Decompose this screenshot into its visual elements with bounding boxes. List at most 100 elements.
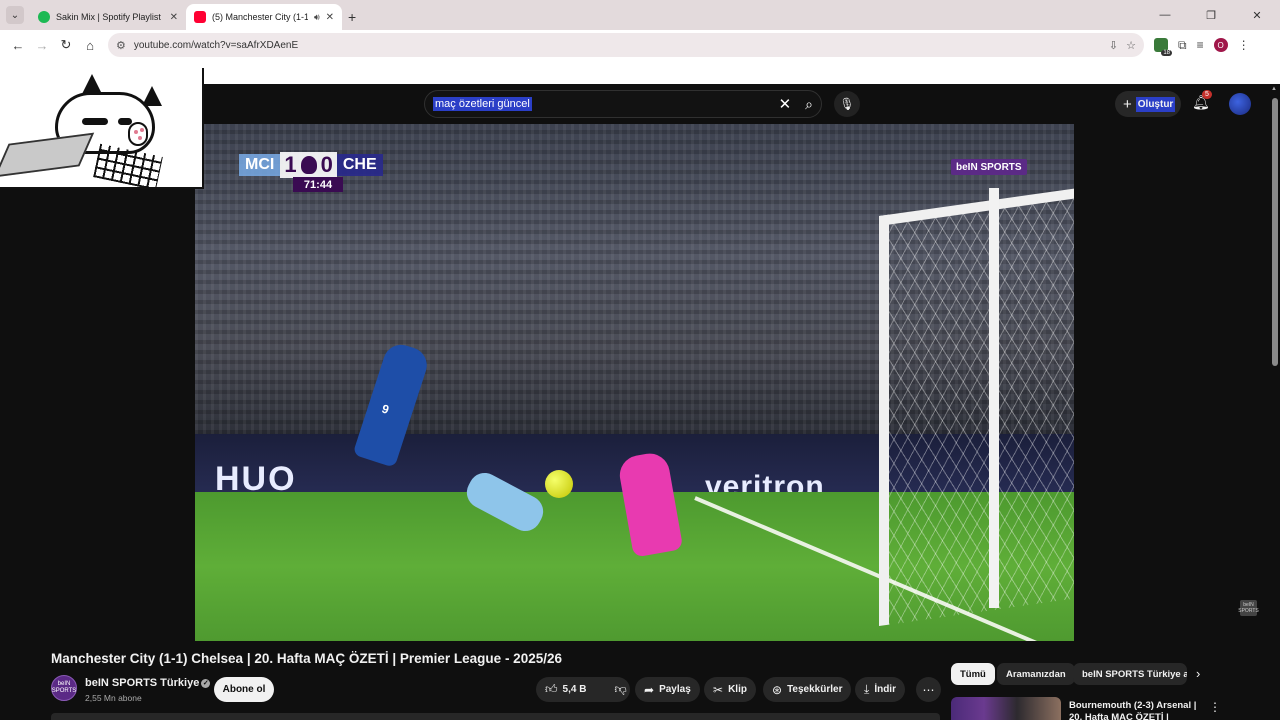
verified-check-icon: ✓ bbox=[201, 678, 211, 688]
video-title: Manchester City (1-1) Chelsea | 20. Haft… bbox=[51, 651, 562, 666]
scrollbar-thumb[interactable] bbox=[1272, 98, 1278, 366]
media-queue-icon[interactable]: ≡ bbox=[1197, 38, 1204, 52]
extensions-puzzle-icon[interactable]: ⧉ bbox=[1178, 38, 1187, 53]
bookmark-star-icon[interactable]: ☆ bbox=[1126, 39, 1136, 52]
tab-spotify[interactable]: Sakin Mix | Spotify Playlist ✕ bbox=[30, 4, 186, 30]
notifications-bell-icon[interactable]: 🔔︎ 5 bbox=[1192, 90, 1212, 111]
premier-league-lion-icon bbox=[300, 156, 317, 174]
subscribe-button[interactable]: Abone ol bbox=[214, 677, 274, 702]
tab-close-icon[interactable]: ✕ bbox=[326, 12, 334, 23]
forward-arrow-icon[interactable]: → bbox=[30, 33, 54, 57]
install-app-icon[interactable]: ⇩ bbox=[1109, 39, 1118, 52]
thumbs-up-icon: 👍︎ bbox=[545, 682, 558, 696]
extension-icon[interactable]: 18 bbox=[1154, 38, 1172, 56]
restore-icon[interactable]: ❐ bbox=[1188, 9, 1234, 22]
scissors-icon: ✂ bbox=[713, 682, 724, 697]
channel-watermark[interactable]: beIN SPORTS bbox=[1238, 600, 1259, 616]
share-label: Paylaş bbox=[659, 684, 691, 695]
recommended-thumbnail[interactable] bbox=[951, 697, 1061, 720]
away-team: CHE bbox=[336, 154, 383, 176]
download-button[interactable]: ⤓ İndir bbox=[855, 677, 905, 702]
like-dislike-group: 👍︎ 5,4 B 👎︎ bbox=[536, 677, 630, 702]
minimize-icon[interactable]: — bbox=[1142, 9, 1188, 21]
goal-post bbox=[989, 188, 999, 608]
tab-search-chevron-icon[interactable]: ⌄ bbox=[6, 6, 24, 24]
chip-all[interactable]: Tümü bbox=[951, 663, 995, 685]
paw-pad bbox=[140, 128, 144, 132]
browser-tabstrip: ⌄ Sakin Mix | Spotify Playlist ✕ (5) Man… bbox=[0, 0, 1280, 30]
plus-icon: + bbox=[1123, 95, 1132, 113]
home-score: 1 bbox=[284, 152, 297, 177]
site-info-icon[interactable]: ⚙ bbox=[116, 39, 126, 52]
chip-channel[interactable]: beIN SPORTS Türkiye ad bbox=[1073, 663, 1187, 685]
clip-button[interactable]: ✂ Klip bbox=[704, 677, 756, 702]
cat-eye-icon bbox=[82, 118, 108, 125]
create-button[interactable]: + Oluştur bbox=[1115, 91, 1181, 117]
toolbar-right: 18 ⧉ ≡ O ⋮ bbox=[1154, 38, 1250, 56]
browser-toolbar: ← → ↻ ⌂ ⚙ youtube.com/watch?v=saAfrXDAen… bbox=[0, 30, 1280, 60]
recommended-more-icon[interactable]: ⋮ bbox=[1209, 700, 1221, 714]
kit-number: 9 bbox=[380, 401, 391, 417]
new-tab-plus-icon[interactable]: + bbox=[348, 9, 356, 25]
extension-badge-count: 18 bbox=[1161, 50, 1172, 56]
download-icon: ⤓ bbox=[864, 682, 870, 696]
youtube-favicon-icon bbox=[194, 11, 206, 23]
clear-search-icon[interactable]: ✕ bbox=[779, 95, 792, 113]
scorebug: MCI 1 0 CHE bbox=[239, 152, 383, 178]
search-box[interactable]: maç özetleri güncel ✕ ⌕ bbox=[424, 90, 822, 118]
paw-pad bbox=[134, 130, 138, 134]
tab-title: (5) Manchester City (1-1) Ch bbox=[212, 12, 308, 22]
broadcaster-logo: beIN SPORTS bbox=[951, 159, 1027, 175]
address-bar[interactable]: ⚙ youtube.com/watch?v=saAfrXDAenE ⇩ ☆ bbox=[108, 33, 1144, 57]
goal-net bbox=[879, 187, 1074, 627]
tab-title: Sakin Mix | Spotify Playlist bbox=[56, 12, 161, 22]
cat-paw-icon bbox=[128, 122, 148, 146]
spotify-favicon-icon bbox=[38, 11, 50, 23]
subscriber-count: 2,55 Mn abone bbox=[85, 693, 142, 703]
video-player[interactable]: HUO veritron 9 MCI 1 0 CHE 71:44 beIN SP… bbox=[195, 124, 1074, 641]
match-clock: 71:44 bbox=[293, 177, 343, 192]
dislike-button[interactable]: 👎︎ bbox=[605, 677, 635, 702]
thumbs-down-icon: 👎︎ bbox=[614, 682, 627, 696]
kebab-menu-icon[interactable]: ⋮ bbox=[1238, 38, 1250, 52]
reload-icon[interactable]: ↻ bbox=[54, 33, 78, 57]
football bbox=[545, 470, 573, 498]
channel-name-text[interactable]: beIN SPORTS Türkiye bbox=[85, 677, 199, 689]
search-icon[interactable]: ⌕ bbox=[805, 96, 813, 113]
channel-avatar[interactable]: beIN SPORTS bbox=[51, 675, 77, 701]
notification-count: 5 bbox=[1202, 90, 1212, 99]
close-window-icon[interactable]: ✕ bbox=[1234, 9, 1280, 22]
more-actions-button[interactable]: ⋯ bbox=[916, 677, 941, 702]
scroll-up-icon[interactable]: ▲ bbox=[1271, 86, 1277, 92]
super-thanks-icon: ⊛ bbox=[772, 682, 783, 697]
speaker-icon[interactable]: 🔊︎ bbox=[314, 12, 320, 23]
account-avatar[interactable] bbox=[1229, 93, 1251, 115]
laptop-icon bbox=[0, 132, 95, 178]
recommended-title[interactable]: Bournemouth (2-3) Arsenal | 20. Hafta MA… bbox=[1069, 700, 1204, 720]
like-button[interactable]: 👍︎ 5,4 B bbox=[536, 677, 595, 702]
channel-name[interactable]: beIN SPORTS Türkiye ✓ bbox=[85, 677, 211, 689]
chevron-right-icon[interactable]: › bbox=[1196, 666, 1200, 681]
profile-avatar[interactable]: O bbox=[1213, 38, 1228, 52]
share-button[interactable]: ➦ Paylaş bbox=[635, 677, 700, 702]
thanks-button[interactable]: ⊛ Teşekkürler bbox=[763, 677, 852, 702]
create-label: Oluştur bbox=[1135, 96, 1176, 112]
home-icon[interactable]: ⌂ bbox=[78, 33, 102, 57]
description-box[interactable] bbox=[51, 713, 940, 720]
away-score: 0 bbox=[320, 152, 333, 177]
share-arrow-icon: ➦ bbox=[644, 682, 655, 697]
chip-from-search[interactable]: Aramanızdan bbox=[997, 663, 1075, 685]
tab-youtube[interactable]: (5) Manchester City (1-1) Ch 🔊︎ ✕ bbox=[186, 4, 342, 30]
tab-close-icon[interactable]: ✕ bbox=[170, 12, 178, 23]
search-input[interactable]: maç özetleri güncel bbox=[433, 97, 532, 111]
paw-pad bbox=[138, 136, 142, 140]
back-arrow-icon[interactable]: ← bbox=[6, 33, 30, 57]
microphone-icon[interactable]: 🎙︎ bbox=[834, 91, 860, 117]
score-box: 1 0 bbox=[280, 152, 337, 178]
clip-label: Klip bbox=[728, 684, 747, 695]
cat-sticker-overlay bbox=[0, 68, 204, 189]
page-scrollbar[interactable]: ▲ bbox=[1270, 84, 1280, 720]
url-text[interactable]: youtube.com/watch?v=saAfrXDAenE bbox=[134, 40, 1101, 51]
window-controls: — ❐ ✕ bbox=[1142, 0, 1280, 30]
download-label: İndir bbox=[874, 684, 896, 695]
